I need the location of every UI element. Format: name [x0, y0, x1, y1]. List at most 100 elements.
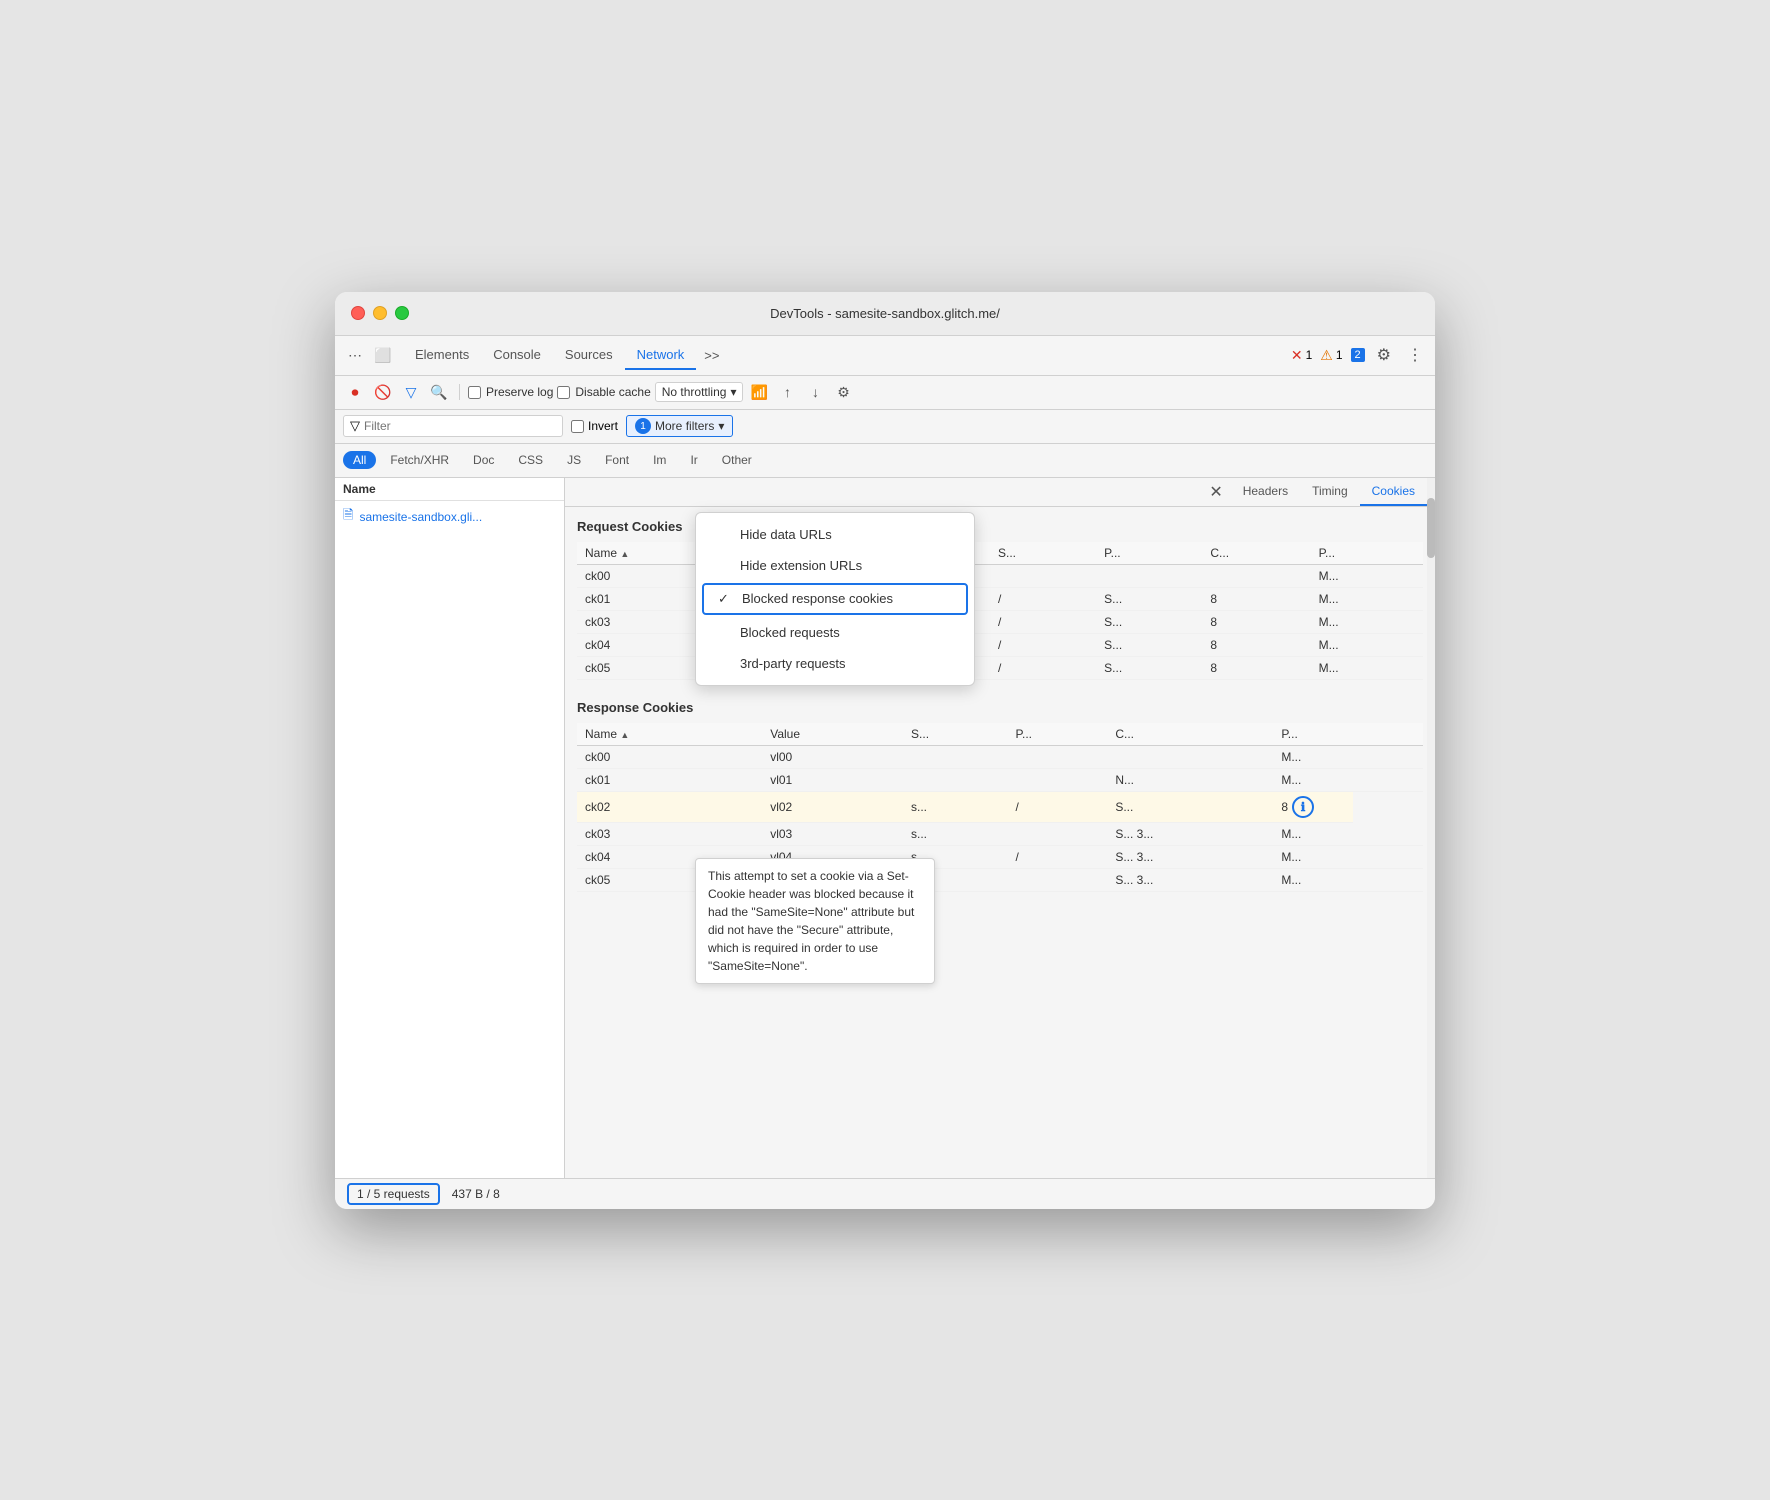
- table-row[interactable]: ck05 vl05 s... S... 3... M...: [577, 869, 1423, 892]
- badge-group: ✕ 1 ⚠ 1 2 ⚙ ⋮: [1291, 341, 1427, 369]
- more-tabs-button[interactable]: >>: [696, 342, 727, 369]
- wifi-icon[interactable]: 📶: [747, 380, 771, 404]
- network-toolbar: ⏺ 🚫 ▽ 🔍 Preserve log Disable cache No th…: [335, 376, 1435, 410]
- resp-col-last[interactable]: P...: [1273, 723, 1423, 746]
- filter-funnel-icon: ▽: [350, 418, 360, 434]
- disable-cache-label: Disable cache: [575, 385, 650, 399]
- filter-icon[interactable]: ▽: [399, 380, 423, 404]
- info-icon: 2: [1351, 348, 1365, 362]
- close-button[interactable]: [351, 306, 365, 320]
- type-filter-other[interactable]: Other: [712, 451, 762, 469]
- detail-tab-headers[interactable]: Headers: [1231, 478, 1300, 506]
- error-badge: ✕ 1: [1291, 347, 1312, 364]
- info-badge: 2: [1351, 348, 1365, 362]
- maximize-button[interactable]: [395, 306, 409, 320]
- preserve-log-checkbox[interactable]: [468, 386, 481, 399]
- resp-col-s[interactable]: S...: [903, 723, 1008, 746]
- throttle-label: No throttling: [662, 385, 727, 399]
- devtools-tab-bar: ⋯ ⬜ Elements Console Sources Network >> …: [335, 336, 1435, 376]
- dropdown-item-blocked-requests[interactable]: Blocked requests: [696, 617, 974, 648]
- filter-input[interactable]: [364, 419, 544, 433]
- requests-count: 1 / 5 requests: [347, 1183, 440, 1205]
- tab-console[interactable]: Console: [481, 341, 553, 370]
- response-cookies-table: Name ▲ Value S... P... C... P... ck00 vl…: [577, 723, 1423, 893]
- scrollbar-thumb[interactable]: [1427, 498, 1435, 558]
- invert-group: Invert: [571, 419, 618, 433]
- dropdown-item-hide-ext[interactable]: Hide extension URLs: [696, 550, 974, 581]
- window-title: DevTools - samesite-sandbox.glitch.me/: [770, 306, 1000, 321]
- more-options-icon[interactable]: ⋮: [1403, 341, 1427, 369]
- resp-col-c[interactable]: C...: [1107, 723, 1273, 746]
- separator-1: [459, 384, 460, 400]
- tab-sources[interactable]: Sources: [553, 341, 625, 370]
- more-filters-badge: 1: [635, 418, 651, 434]
- type-filter-doc[interactable]: Doc: [463, 451, 504, 469]
- col-p[interactable]: P...: [1096, 542, 1202, 565]
- table-row[interactable]: ck03 vl03 s... S... 3... M...: [577, 823, 1423, 846]
- table-row[interactable]: ck01 vl01 N... M...: [577, 768, 1423, 791]
- more-filters-label: More filters: [655, 419, 714, 433]
- download-icon[interactable]: ↓: [803, 380, 827, 404]
- table-row[interactable]: ck04 vl04 s... / S... 3... M...: [577, 846, 1423, 869]
- disable-cache-checkbox[interactable]: [557, 386, 570, 399]
- throttle-arrow: ▾: [730, 385, 736, 399]
- name-panel: Name 🗎 samesite-sandbox.gli...: [335, 478, 565, 1178]
- tab-elements[interactable]: Elements: [403, 341, 481, 370]
- minimize-button[interactable]: [373, 306, 387, 320]
- throttle-selector[interactable]: No throttling ▾: [655, 382, 744, 402]
- cursor-icon[interactable]: ⋯: [343, 343, 367, 367]
- name-item[interactable]: 🗎 samesite-sandbox.gli...: [335, 501, 564, 533]
- invert-checkbox[interactable]: [571, 420, 584, 433]
- warning-badge: ⚠ 1: [1320, 347, 1342, 364]
- response-cookies-title: Response Cookies: [577, 700, 1423, 715]
- dropdown-item-blocked-response[interactable]: ✓ Blocked response cookies: [702, 583, 968, 615]
- error-icon: ✕: [1291, 347, 1303, 364]
- type-filter-js[interactable]: JS: [557, 451, 591, 469]
- document-icon: 🗎: [343, 506, 353, 528]
- type-filter-all[interactable]: All: [343, 451, 376, 469]
- name-panel-header: Name: [335, 478, 564, 501]
- scrollbar[interactable]: [1427, 478, 1435, 1178]
- type-filter-bar: All Fetch/XHR Doc CSS JS Font Im Ir Othe…: [335, 444, 1435, 478]
- name-item-text: samesite-sandbox.gli...: [359, 510, 482, 524]
- more-filters-button[interactable]: 1 More filters ▾: [626, 415, 733, 437]
- invert-label: Invert: [588, 419, 618, 433]
- info-button[interactable]: ℹ: [1292, 796, 1314, 818]
- type-filter-ir[interactable]: Ir: [680, 451, 707, 469]
- size-info: 437 B / 8: [452, 1187, 500, 1201]
- devtools-window: DevTools - samesite-sandbox.glitch.me/ ⋯…: [335, 292, 1435, 1209]
- more-filters-dropdown: Hide data URLs Hide extension URLs ✓ Blo…: [695, 512, 975, 686]
- record-button[interactable]: ⏺: [343, 380, 367, 404]
- titlebar: DevTools - samesite-sandbox.glitch.me/: [335, 292, 1435, 336]
- type-filter-fetch[interactable]: Fetch/XHR: [380, 451, 459, 469]
- type-filter-font[interactable]: Font: [595, 451, 639, 469]
- table-row[interactable]: ck00 vl00 M...: [577, 745, 1423, 768]
- detail-tab-cookies[interactable]: Cookies: [1360, 478, 1427, 506]
- type-filter-css[interactable]: CSS: [508, 451, 553, 469]
- settings-icon[interactable]: ⚙: [1373, 341, 1395, 369]
- tab-icon-group: ⋯ ⬜: [343, 343, 395, 367]
- upload-icon[interactable]: ↑: [775, 380, 799, 404]
- col-last[interactable]: P...: [1311, 542, 1423, 565]
- preserve-log-label: Preserve log: [486, 385, 553, 399]
- dropdown-item-hide-data[interactable]: Hide data URLs: [696, 519, 974, 550]
- dropdown-item-3rd-party[interactable]: 3rd-party requests: [696, 648, 974, 679]
- col-s2[interactable]: S...: [990, 542, 1096, 565]
- table-row-highlighted[interactable]: ck02 vl02 s... / S... 8 ℹ: [577, 791, 1423, 823]
- traffic-lights: [351, 306, 409, 320]
- more-filters-arrow: ▾: [718, 419, 724, 433]
- resp-col-value[interactable]: Value: [762, 723, 903, 746]
- settings-toolbar-icon[interactable]: ⚙: [831, 380, 855, 404]
- filter-input-wrap: ▽: [343, 415, 563, 437]
- inspect-icon[interactable]: ⬜: [371, 343, 395, 367]
- clear-button[interactable]: 🚫: [371, 380, 395, 404]
- detail-tab-timing[interactable]: Timing: [1300, 478, 1360, 506]
- resp-col-p[interactable]: P...: [1008, 723, 1108, 746]
- type-filter-im[interactable]: Im: [643, 451, 676, 469]
- resp-col-name[interactable]: Name ▲: [577, 723, 762, 746]
- search-button[interactable]: 🔍: [427, 380, 451, 404]
- preserve-log-group: Preserve log: [468, 385, 553, 399]
- col-c[interactable]: C...: [1202, 542, 1310, 565]
- tab-network[interactable]: Network: [625, 341, 697, 370]
- close-detail-button[interactable]: ✕: [1201, 478, 1230, 506]
